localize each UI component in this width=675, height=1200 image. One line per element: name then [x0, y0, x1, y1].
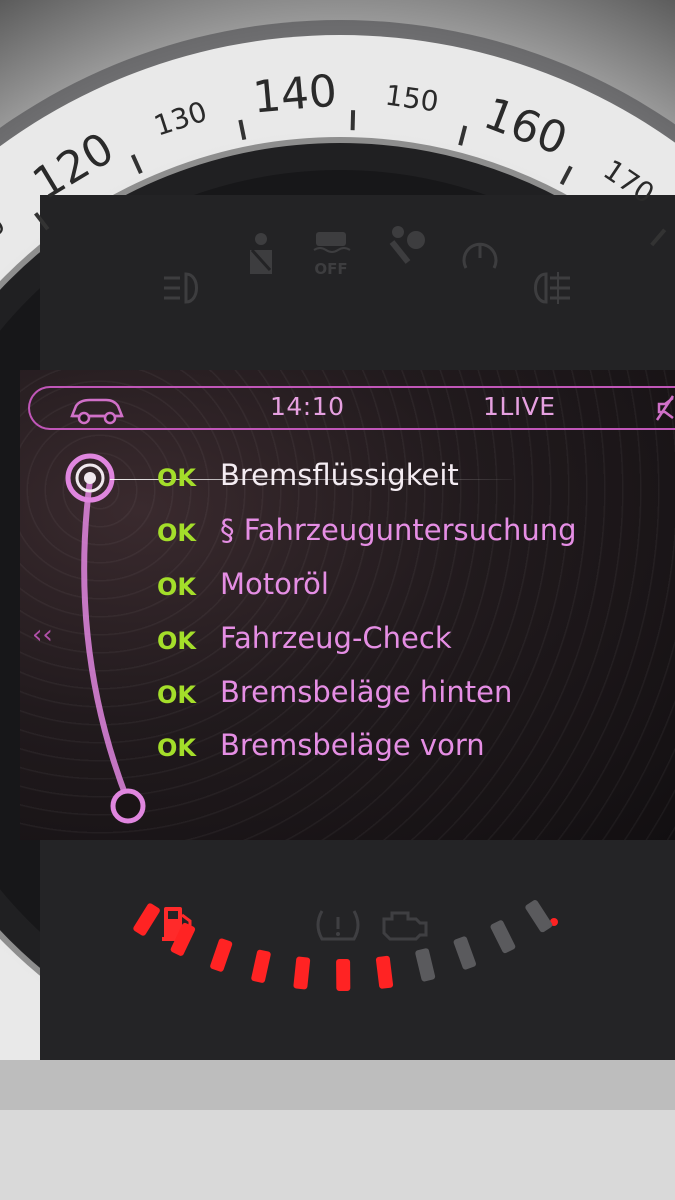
- tire-pressure-icon: [316, 910, 360, 941]
- service-item-label: Motoröl: [220, 567, 329, 601]
- status-ok-badge: OK: [157, 573, 196, 601]
- mute-icon: [655, 395, 675, 421]
- traction-off-label: OFF: [314, 260, 348, 278]
- airbag-icon: [389, 226, 425, 264]
- status-ok-badge: OK: [157, 734, 196, 762]
- speed-tick-label: 140: [251, 65, 339, 123]
- indicator-dot: [550, 918, 558, 926]
- rear-fog-light-icon: [534, 272, 570, 304]
- instrument-cluster: 90100110120130140150160170 OFF: [0, 0, 675, 1200]
- car-skid-icon: [313, 232, 351, 253]
- service-list-item[interactable]: OK Bremsbeläge vorn: [20, 728, 660, 772]
- status-ok-badge: OK: [157, 627, 196, 655]
- status-ok-badge: OK: [157, 519, 196, 547]
- radio-station: 1LIVE: [483, 392, 556, 421]
- display-screen: 14:10 1LIVE ‹‹ OK Bremsflüssigkeit OK § Fah…: [20, 370, 675, 840]
- warning-icon: [462, 242, 498, 269]
- speed-tick-mark: [350, 110, 356, 131]
- status-ok-badge: OK: [157, 464, 196, 492]
- fuel-pump-icon: [162, 907, 192, 941]
- service-item-label: Bremsbeläge vorn: [220, 728, 485, 762]
- status-ok-badge: OK: [157, 681, 196, 709]
- clock: 14:10: [270, 392, 345, 421]
- traction-off-icon: OFF: [310, 226, 352, 278]
- fog-light-icon: [164, 272, 198, 304]
- service-item-label: § Fahrzeuguntersuchung: [220, 513, 577, 547]
- service-item-label: Bremsbeläge hinten: [220, 675, 513, 709]
- service-item-label: Bremsflüssigkeit: [220, 458, 459, 492]
- service-list-item[interactable]: OK Bremsbeläge hinten: [20, 675, 660, 719]
- service-item-label: Fahrzeug-Check: [220, 621, 452, 655]
- service-list-item[interactable]: OK Bremsflüssigkeit: [20, 458, 660, 502]
- seatbelt-icon: [250, 233, 272, 274]
- service-list-item[interactable]: OK § Fahrzeuguntersuchung: [20, 513, 660, 557]
- list-end-marker: [110, 788, 146, 824]
- service-list-item[interactable]: OK Fahrzeug-Check: [20, 621, 660, 665]
- service-list-item[interactable]: OK Motoröl: [20, 567, 660, 611]
- check-engine-icon: [382, 911, 428, 941]
